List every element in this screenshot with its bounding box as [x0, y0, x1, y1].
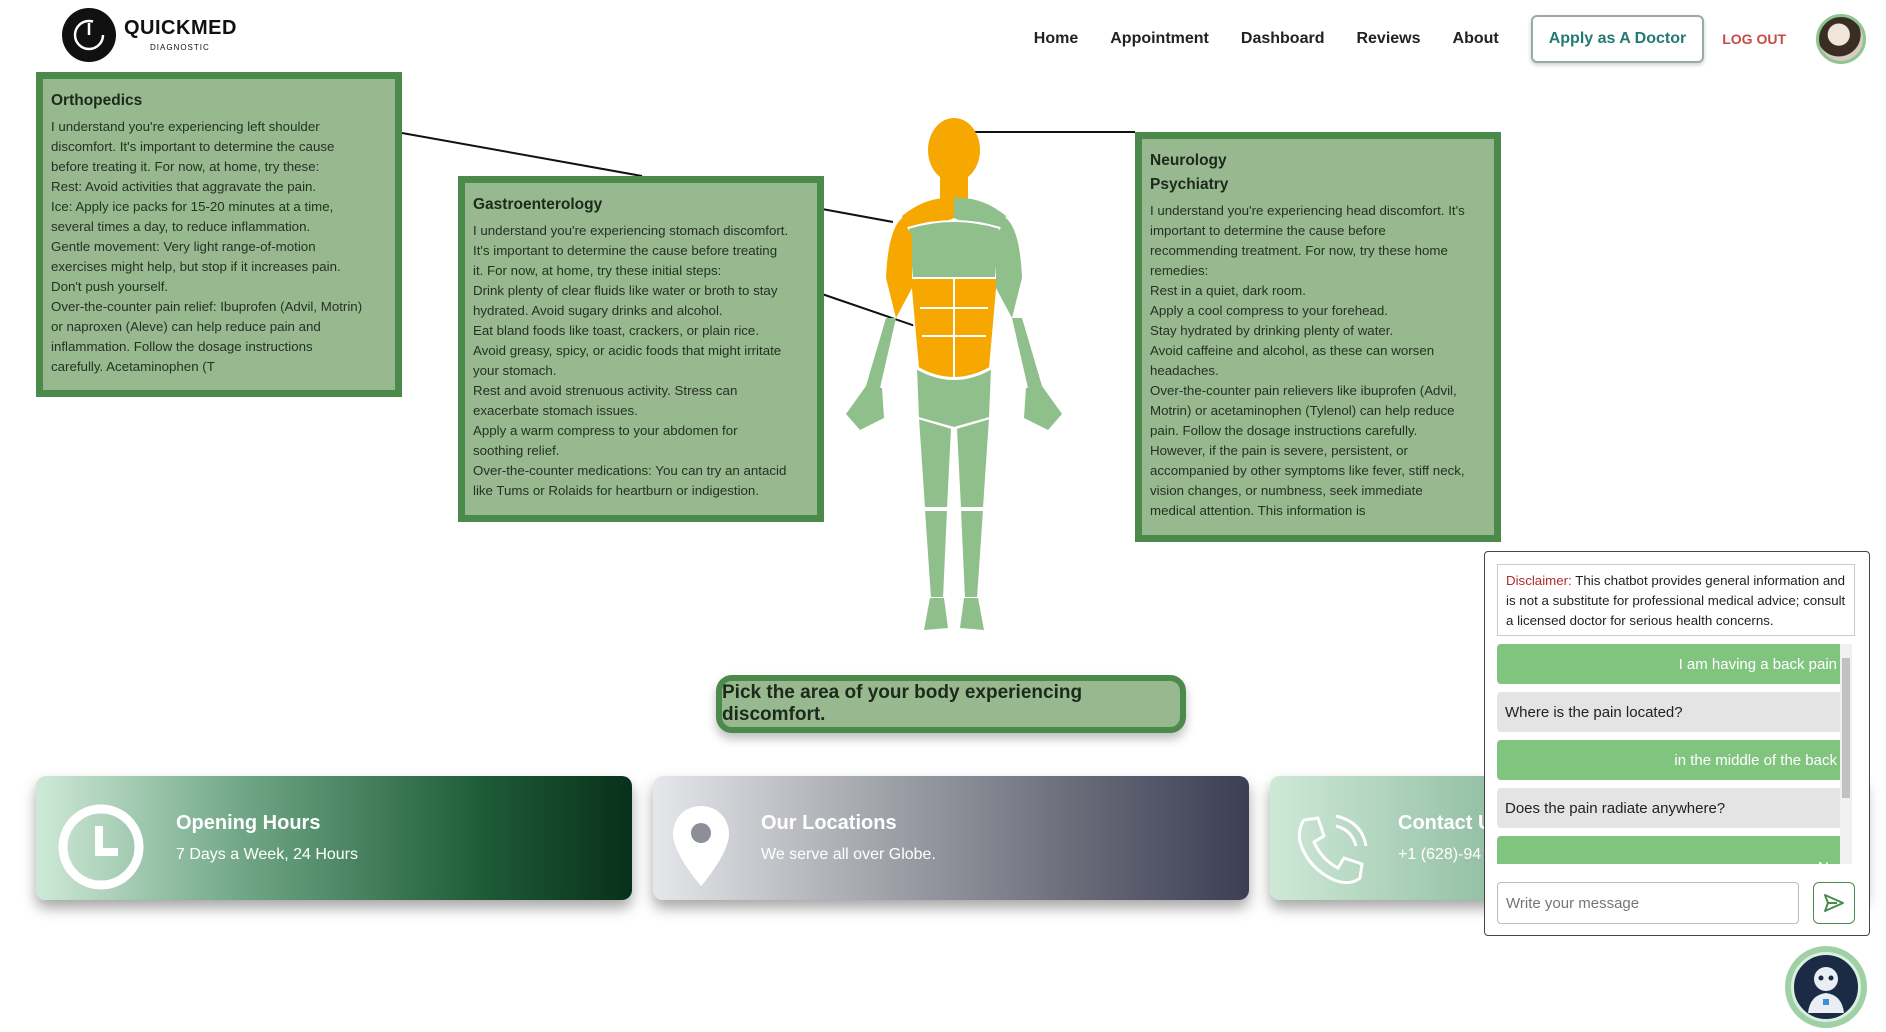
chat-message-user: No [1497, 836, 1845, 864]
card-text: 7 Days a Week, 24 Hours [176, 846, 359, 863]
body-right-foot[interactable] [960, 598, 984, 630]
info-line: carefully. Acetaminophen (T [51, 359, 215, 374]
opening-hours-card: Opening Hours 7 Days a Week, 24 Hours [36, 776, 632, 900]
info-line: like Tums or Rolaids for heartburn or in… [473, 483, 760, 498]
body-left-forearm[interactable] [866, 318, 896, 388]
chat-message-bot: Does the pain radiate anywhere? [1497, 788, 1845, 828]
pick-area-prompt: Pick the area of your body experiencing … [716, 675, 1186, 733]
info-line: Apply a warm compress to your abdomen fo… [473, 423, 738, 438]
info-line: recommending treatment. For now, try the… [1150, 243, 1448, 258]
send-button[interactable] [1813, 882, 1855, 924]
info-line: exercises might help, but stop if it inc… [51, 259, 341, 274]
chat-scrollbar[interactable] [1840, 644, 1852, 864]
orthopedics-title: Orthopedics [51, 92, 143, 109]
info-line: Eat bland foods like toast, crackers, or… [473, 323, 760, 338]
chatbot-avatar-icon [1791, 952, 1861, 1022]
chat-message-bot: Where is the pain located? [1497, 692, 1845, 732]
psychiatry-title: Psychiatry [1150, 176, 1229, 193]
location-pin-icon [673, 806, 729, 886]
chat-message-user: in the middle of the back [1497, 740, 1845, 780]
info-line: remedies: [1150, 263, 1209, 278]
card-title: Opening Hours [176, 812, 321, 834]
info-line: Ice: Apply ice packs for 15-20 minutes a… [51, 199, 334, 214]
phone-icon [1298, 814, 1368, 885]
info-line: Drink plenty of clear fluids like water … [473, 283, 778, 298]
info-line: discomfort. It's important to determine … [51, 139, 335, 154]
body-right-hand[interactable] [1024, 386, 1062, 430]
card-title: Contact U [1398, 812, 1493, 834]
info-line: Rest in a quiet, dark room. [1150, 283, 1306, 298]
info-line: exacerbate stomach issues. [473, 403, 638, 418]
chat-messages[interactable]: I am having a back pain Where is the pai… [1497, 644, 1845, 864]
info-line: I understand you're experiencing head di… [1150, 203, 1465, 218]
body-chest[interactable] [906, 220, 1002, 285]
orthopedics-box: Orthopedics I understand you're experien… [36, 72, 402, 397]
body-right-forearm[interactable] [1012, 318, 1042, 388]
clock-icon [58, 804, 144, 890]
info-line: pain. Follow the dosage instructions car… [1150, 423, 1418, 438]
chat-disclaimer: Disclaimer: This chatbot provides genera… [1497, 564, 1855, 636]
body-left-hand[interactable] [846, 386, 884, 430]
info-line: Over-the-counter pain relievers like ibu… [1150, 383, 1457, 398]
info-line: Over-the-counter medications: You can tr… [473, 463, 787, 478]
chatbot-panel: Disclaimer: This chatbot provides genera… [1484, 551, 1870, 936]
info-line: Don't push yourself. [51, 279, 169, 294]
card-text: We serve all over Globe. [761, 846, 936, 863]
info-line: Avoid caffeine and alcohol, as these can… [1150, 343, 1435, 358]
chatbot-toggle-button[interactable] [1785, 946, 1867, 1028]
chat-message-user: I am having a back pain [1497, 644, 1845, 684]
card-text: +1 (628)-94 [1398, 846, 1482, 863]
info-line: headaches. [1150, 363, 1219, 378]
gastroenterology-title: Gastroenterology [473, 196, 603, 213]
info-line: Rest: Avoid activities that aggravate th… [51, 179, 317, 194]
chat-scrollbar-thumb[interactable] [1842, 658, 1850, 798]
info-line: accompanied by other symptoms like fever… [1150, 463, 1465, 478]
info-line: Motrin) or acetaminophen (Tylenol) can h… [1150, 403, 1455, 418]
info-line: Stay hydrated by drinking plenty of wate… [1150, 323, 1394, 338]
neurology-title: Neurology [1150, 152, 1227, 169]
body-right-upper-arm[interactable] [996, 218, 1022, 318]
locations-card: Our Locations We serve all over Globe. [653, 776, 1249, 900]
info-line: or naproxen (Aleve) can help reduce pain… [51, 319, 321, 334]
disclaimer-label: Disclaimer: [1506, 573, 1572, 588]
body-right-thigh[interactable] [954, 416, 992, 509]
info-line: hydrated. Avoid sugary drinks and alcoho… [473, 303, 723, 318]
body-left-foot[interactable] [924, 598, 948, 630]
info-line: I understand you're experiencing stomach… [473, 223, 789, 238]
info-line: your stomach. [473, 363, 557, 378]
info-line: important to determine the cause before [1150, 223, 1386, 238]
info-line: I understand you're experiencing left sh… [51, 119, 320, 134]
info-line: it. For now, at home, try these initial … [473, 263, 722, 278]
body-head[interactable] [928, 118, 980, 182]
chat-message-input[interactable] [1497, 882, 1799, 924]
info-line: vision changes, or numbness, seek immedi… [1150, 483, 1423, 498]
info-line: medical attention. This information is [1150, 503, 1366, 518]
body-right-shin[interactable] [958, 509, 986, 599]
info-line: Apply a cool compress to your forehead. [1150, 303, 1388, 318]
info-line: inflammation. Follow the dosage instruct… [51, 339, 313, 354]
body-left-thigh[interactable] [916, 416, 954, 509]
info-line: Over-the-counter pain relief: Ibuprofen … [51, 299, 363, 314]
info-line: It's important to determine the cause be… [473, 243, 778, 258]
info-line: Avoid greasy, spicy, or acidic foods tha… [473, 343, 782, 358]
body-map[interactable] [836, 118, 1072, 638]
info-line: However, if the pain is severe, persiste… [1150, 443, 1408, 458]
info-line: Gentle movement: Very light range-of-mot… [51, 239, 316, 254]
send-icon [1824, 894, 1844, 912]
info-line: soothing relief. [473, 443, 560, 458]
info-line: before treating it. For now, at home, tr… [51, 159, 320, 174]
card-title: Our Locations [761, 812, 897, 834]
neurology-box: Neurology Psychiatry I understand you're… [1135, 132, 1501, 542]
info-line: several times a day, to reduce inflammat… [51, 219, 311, 234]
body-left-upper-arm[interactable] [886, 218, 912, 318]
gastroenterology-box: Gastroenterology I understand you're exp… [458, 176, 824, 522]
body-left-shin[interactable] [922, 509, 950, 599]
info-line: Rest and avoid strenuous activity. Stres… [473, 383, 738, 398]
